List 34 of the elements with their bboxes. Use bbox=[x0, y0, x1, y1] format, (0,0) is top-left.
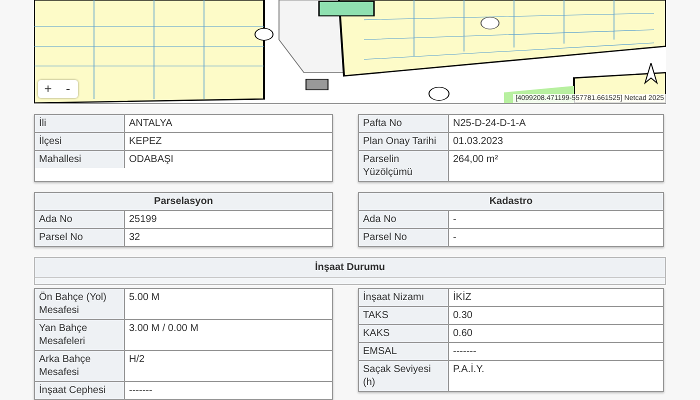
section-title: İnşaat Durumu bbox=[35, 258, 665, 278]
field-label: Ön Bahçe (Yol) Mesafesi bbox=[35, 289, 125, 319]
field-label: İnşaat Nizamı bbox=[359, 289, 449, 306]
field-value: P.A.İ.Y. bbox=[449, 361, 663, 391]
table-title: Parselasyon bbox=[35, 193, 332, 211]
field-label: EMSAL bbox=[359, 343, 449, 360]
field-value: N25-D-24-D-1-A bbox=[449, 115, 663, 132]
zoom-in-button[interactable]: + bbox=[38, 80, 58, 98]
field-label: KAKS bbox=[359, 325, 449, 342]
field-value: - bbox=[449, 229, 663, 246]
field-label: Plan Onay Tarihi bbox=[359, 133, 449, 150]
zoom-out-button[interactable]: - bbox=[58, 80, 78, 98]
field-label: Ada No bbox=[359, 211, 449, 228]
field-label: İlçesi bbox=[35, 133, 125, 150]
field-value: 264,00 m² bbox=[449, 151, 663, 181]
table-title: Kadastro bbox=[359, 193, 663, 211]
field-label: Ada No bbox=[35, 211, 125, 228]
field-label: Mahallesi bbox=[35, 151, 125, 168]
field-value: ANTALYA bbox=[125, 115, 332, 132]
field-value: ------- bbox=[125, 382, 332, 399]
field-label: Pafta No bbox=[359, 115, 449, 132]
field-value: 32 bbox=[125, 229, 332, 246]
field-label: TAKS bbox=[359, 307, 449, 324]
field-value: 5.00 M bbox=[125, 289, 332, 319]
field-label: Parsel No bbox=[359, 229, 449, 246]
field-label: Saçak Seviyesi (h) bbox=[359, 361, 449, 391]
north-arrow-icon bbox=[644, 63, 658, 85]
field-value: İKİZ bbox=[449, 289, 663, 306]
field-label: İnşaat Cephesi bbox=[35, 382, 125, 399]
field-label: İli bbox=[35, 115, 125, 132]
field-label: Parsel No bbox=[35, 229, 125, 246]
field-label: Yan Bahçe Mesafeleri bbox=[35, 320, 125, 350]
field-label: Parselin Yüzölçümü bbox=[359, 151, 449, 181]
field-label: Arka Bahçe Mesafesi bbox=[35, 351, 125, 381]
